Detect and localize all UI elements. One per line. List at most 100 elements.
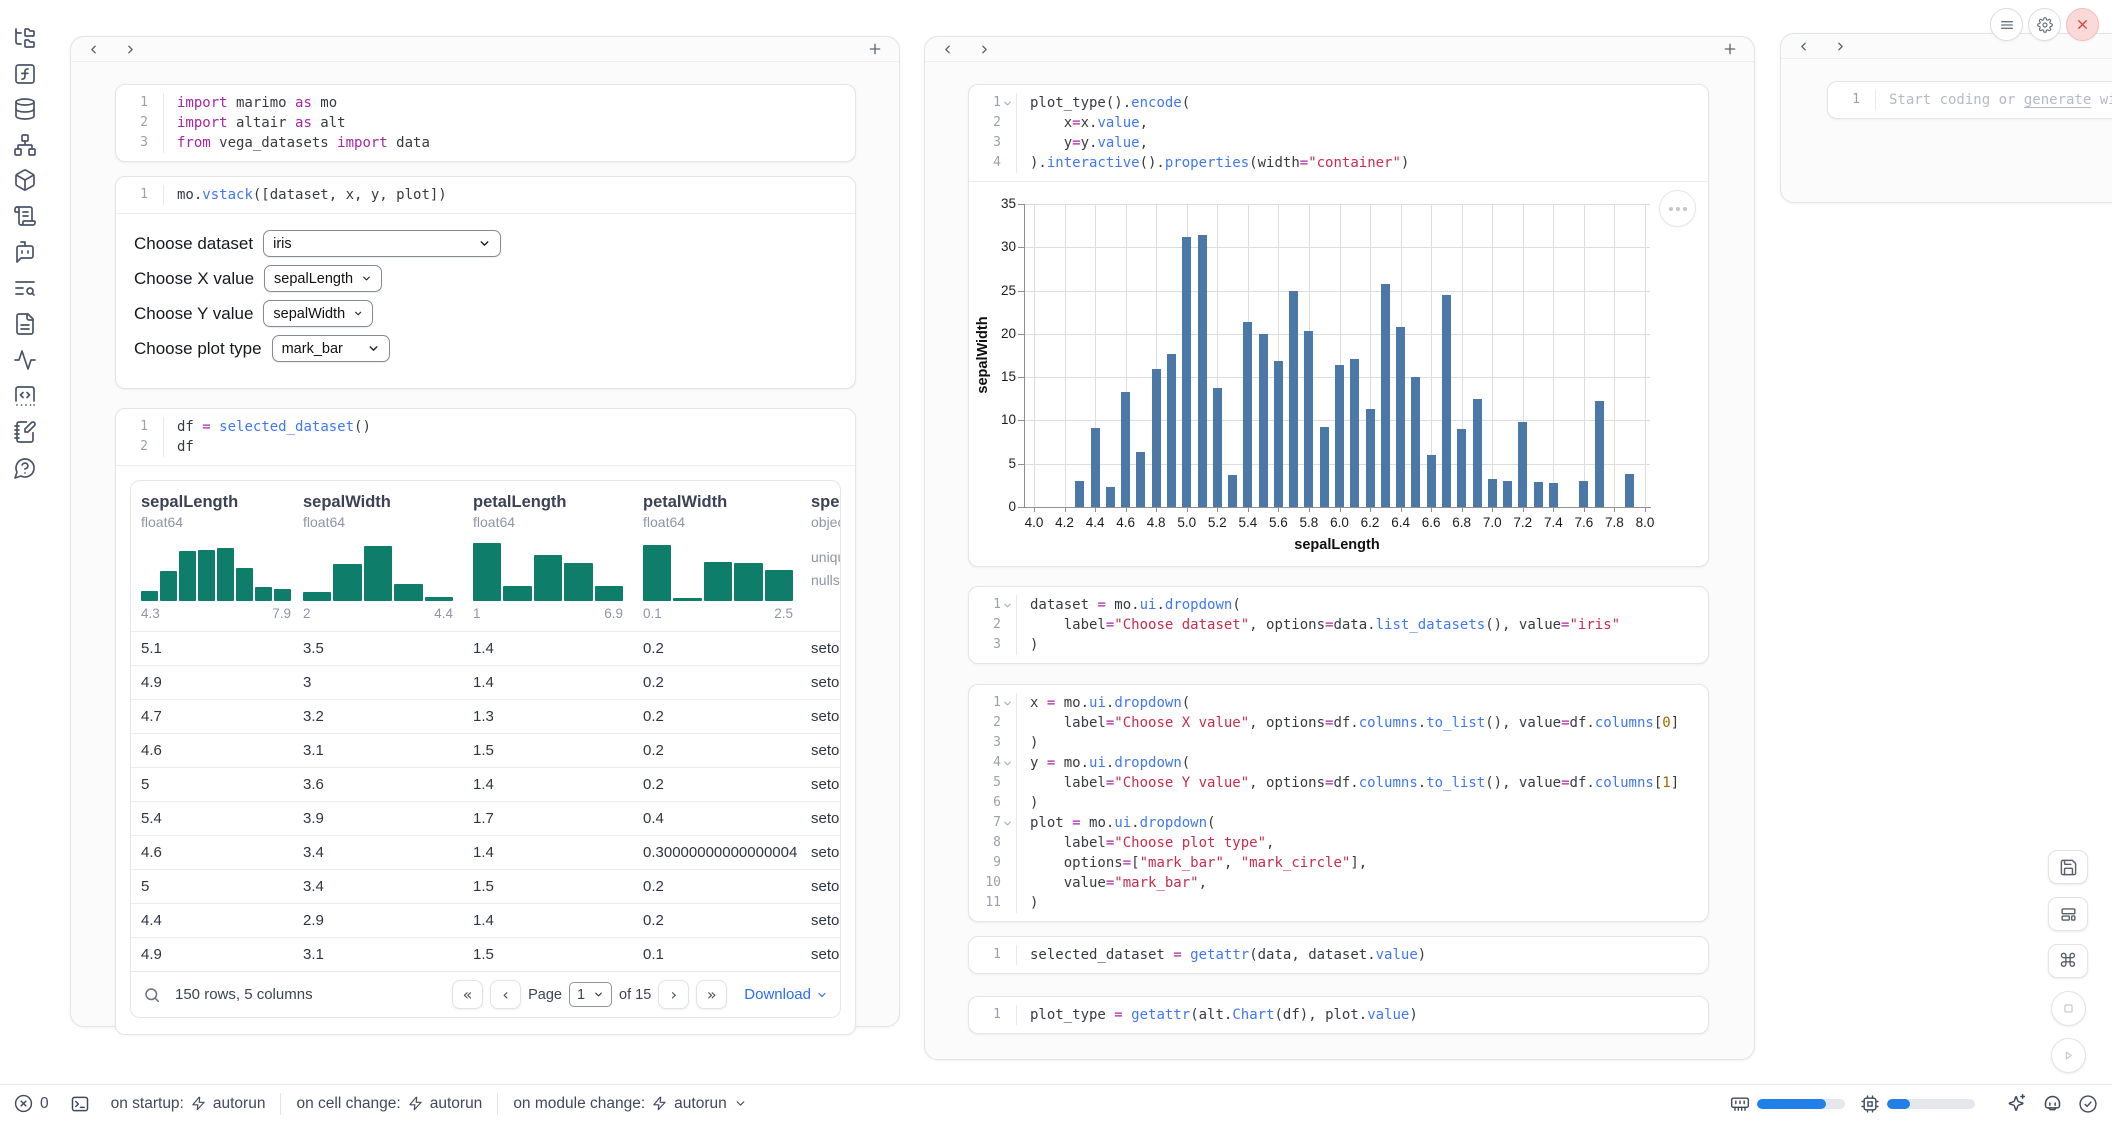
table-column-header[interactable]: speciesobjectunique:nulls: [801, 493, 840, 631]
code-line[interactable]: 1plot_type = getattr(alt.Chart(df), plot… [969, 1005, 1708, 1025]
snippets-icon[interactable] [13, 312, 39, 338]
column-prev-icon[interactable] [941, 43, 954, 56]
save-button[interactable] [2048, 850, 2088, 884]
code-line[interactable]: 4y = mo.ui.dropdown( [969, 753, 1708, 773]
code-editor[interactable]: 1import marimo as mo2import altair as al… [116, 85, 855, 161]
dropdown-select[interactable]: mark_bar [272, 335, 390, 362]
chart-bar[interactable] [1152, 369, 1161, 507]
column-histogram[interactable] [643, 539, 793, 601]
code-editor[interactable]: 1selected_dataset = getattr(data, datase… [969, 937, 1708, 973]
chart-bar[interactable] [1518, 422, 1527, 507]
layout-toggle-button[interactable] [2048, 897, 2088, 931]
code-line[interactable]: 3from vega_datasets import data [116, 133, 855, 153]
table-row[interactable]: 5.43.91.70.4setosa [131, 801, 840, 835]
code-line[interactable]: 1x = mo.ui.dropdown( [969, 693, 1708, 713]
stop-button[interactable] [2051, 991, 2086, 1026]
file-tree-icon[interactable] [13, 26, 39, 52]
prev-page-button[interactable]: ‹ [490, 980, 521, 1009]
table-row[interactable]: 53.61.40.2setosa [131, 767, 840, 801]
code-editor[interactable]: 1x = mo.ui.dropdown(2 label="Choose X va… [969, 685, 1708, 921]
code-line[interactable]: 9 options=["mark_bar", "mark_circle"], [969, 853, 1708, 873]
chart-bar[interactable] [1274, 361, 1283, 507]
chart-bar[interactable] [1121, 392, 1130, 507]
chart-bar[interactable] [1381, 284, 1390, 507]
code-cell-plot[interactable]: 1plot_type().encode(2 x=x.value,3 y=y.va… [968, 84, 1709, 567]
gear-icon[interactable] [2028, 8, 2061, 41]
on-module-change-setting[interactable]: on module change: autorun [513, 1095, 746, 1113]
code-cell-plot-type[interactable]: 1plot_type = getattr(alt.Chart(df), plot… [968, 996, 1709, 1034]
ai-sparkles-icon[interactable] [2006, 1093, 2027, 1114]
chart-bar[interactable] [1595, 401, 1604, 508]
chart-bar[interactable] [1473, 399, 1482, 507]
chart-bar[interactable] [1320, 427, 1329, 507]
code-line[interactable]: 1import marimo as mo [116, 93, 855, 113]
chart-bar[interactable] [1549, 483, 1558, 507]
column-prev-icon[interactable] [1797, 40, 1810, 53]
chart-bar[interactable] [1213, 388, 1222, 507]
dropdown-select[interactable]: sepalWidth [263, 300, 373, 327]
code-cell-xy-plot-dropdowns[interactable]: 1x = mo.ui.dropdown(2 label="Choose X va… [968, 684, 1709, 922]
chart-bar[interactable] [1411, 377, 1420, 507]
table-row[interactable]: 53.41.50.2setosa [131, 869, 840, 903]
copilot-icon[interactable] [2042, 1093, 2063, 1114]
code-line[interactable]: 1selected_dataset = getattr(data, datase… [969, 945, 1708, 965]
code-editor[interactable]: 1dataset = mo.ui.dropdown(2 label="Choos… [969, 587, 1708, 663]
code-line[interactable]: 7plot = mo.ui.dropdown( [969, 813, 1708, 833]
connection-status-icon[interactable] [2078, 1094, 2098, 1114]
download-button[interactable]: Download [744, 986, 828, 1003]
table-row[interactable]: 4.93.11.50.1setosa [131, 937, 840, 971]
altair-bar-chart[interactable]: 051015202530354.04.24.44.64.85.05.25.45.… [969, 182, 1708, 566]
table-row[interactable]: 4.73.21.30.2setosa [131, 699, 840, 733]
chart-bar[interactable] [1350, 359, 1359, 507]
chart-bar[interactable] [1396, 327, 1405, 507]
add-cell-icon[interactable] [1722, 41, 1738, 57]
table-row[interactable]: 4.63.41.40.30000000000000004setosa [131, 835, 840, 869]
code-cell-selected-dataset[interactable]: 1selected_dataset = getattr(data, datase… [968, 936, 1709, 974]
code-line[interactable]: 3) [969, 635, 1708, 655]
column-histogram[interactable] [141, 539, 291, 601]
first-page-button[interactable]: « [452, 980, 483, 1009]
code-line[interactable]: 2 label="Choose dataset", options=data.l… [969, 615, 1708, 635]
scratchpad-code-icon[interactable] [13, 384, 39, 410]
page-select[interactable]: 1 [569, 982, 612, 1007]
on-cell-change-setting[interactable]: on cell change: autorun [296, 1095, 482, 1113]
chart-bar[interactable] [1457, 429, 1466, 507]
chart-bar[interactable] [1243, 322, 1252, 507]
code-line[interactable]: 1plot_type().encode( [969, 93, 1708, 113]
column-next-icon[interactable] [978, 43, 991, 56]
chart-bar[interactable] [1366, 409, 1375, 507]
last-page-button[interactable]: » [696, 980, 727, 1009]
logs-icon[interactable] [13, 204, 39, 230]
code-editor[interactable]: 1plot_type().encode(2 x=x.value,3 y=y.va… [969, 85, 1708, 181]
code-line[interactable]: 11) [969, 893, 1708, 913]
ram-usage[interactable] [1730, 1094, 1845, 1114]
code-cell-imports[interactable]: 1import marimo as mo2import altair as al… [115, 84, 856, 162]
code-editor[interactable]: 1plot_type = getattr(alt.Chart(df), plot… [969, 997, 1708, 1033]
table-column-header[interactable]: sepalWidthfloat6424.4 [293, 493, 463, 631]
table-row[interactable]: 4.63.11.50.2setosa [131, 733, 840, 767]
dropdown-select[interactable]: iris [263, 230, 501, 257]
table-row[interactable]: 5.13.51.40.2setosa [131, 631, 840, 665]
chart-bar[interactable] [1503, 481, 1512, 507]
code-line[interactable]: 1mo.vstack([dataset, x, y, plot]) [116, 185, 855, 205]
chart-menu-icon[interactable] [1659, 190, 1696, 227]
chart-bar[interactable] [1106, 487, 1115, 507]
chart-bar[interactable] [1228, 475, 1237, 507]
code-placeholder[interactable]: Start coding or generate with AI [1876, 90, 2112, 110]
errors-indicator[interactable]: 0 [14, 1094, 49, 1113]
code-line[interactable]: 2 label="Choose X value", options=df.col… [969, 713, 1708, 733]
code-line[interactable]: 2df [116, 437, 855, 457]
table-row[interactable]: 4.42.91.40.2setosa [131, 903, 840, 937]
code-line[interactable]: 6) [969, 793, 1708, 813]
code-line[interactable]: 8 label="Choose plot type", [969, 833, 1708, 853]
run-button[interactable] [2051, 1038, 2086, 1073]
chart-bar[interactable] [1167, 354, 1176, 507]
column-histogram[interactable] [303, 539, 453, 601]
cpu-usage[interactable] [1860, 1094, 1975, 1114]
code-line[interactable]: 1dataset = mo.ui.dropdown( [969, 595, 1708, 615]
code-line[interactable]: 3 y=y.value, [969, 133, 1708, 153]
chart-bar[interactable] [1442, 295, 1451, 507]
code-line[interactable]: 10 value="mark_bar", [969, 873, 1708, 893]
code-line[interactable]: 2 x=x.value, [969, 113, 1708, 133]
column-histogram[interactable] [473, 539, 623, 601]
